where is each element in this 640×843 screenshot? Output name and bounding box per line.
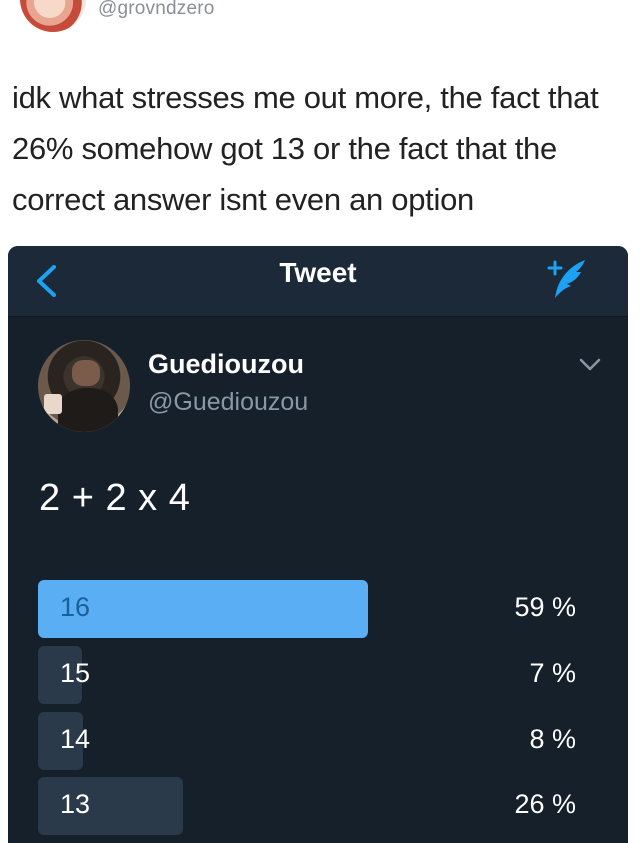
poll-option: 13 26 % [38, 777, 598, 835]
poll-option-percent: 26 % [514, 789, 576, 819]
author-display-name[interactable]: Guediouzou [148, 349, 304, 380]
author-handle[interactable]: @Guediouzou [148, 388, 308, 417]
outer-post-header: @grovndzero [0, 0, 640, 40]
poll-option-percent: 7 % [529, 658, 576, 688]
compose-tweet-icon[interactable] [541, 256, 589, 302]
post-caption: idk what stresses me out more, the fact … [12, 80, 599, 217]
poll-option: 15 7 % [38, 646, 598, 704]
poll-option-label: 13 [60, 789, 91, 819]
outer-avatar[interactable] [20, 0, 86, 32]
poll-option-label: 16 [60, 592, 91, 622]
outer-handle[interactable]: @grovndzero [98, 0, 215, 20]
poll-option-percent: 8 % [529, 724, 576, 754]
poll-option-label: 14 [60, 724, 91, 754]
chevron-down-icon[interactable] [579, 358, 601, 372]
embedded-tweet-screenshot: Tweet Guediouzou @Guediouzou 2 + 2 x 4 1… [8, 246, 628, 843]
author-avatar[interactable] [38, 340, 130, 432]
nav-title: Tweet [279, 257, 357, 288]
tweet-text: 2 + 2 x 4 [39, 477, 191, 519]
poll-option: 16 59 % [38, 580, 598, 638]
poll-option-percent: 59 % [514, 592, 576, 622]
poll-option-label: 15 [60, 658, 91, 688]
tweet-nav-bar: Tweet [8, 246, 628, 317]
poll-option: 14 8 % [38, 712, 598, 770]
